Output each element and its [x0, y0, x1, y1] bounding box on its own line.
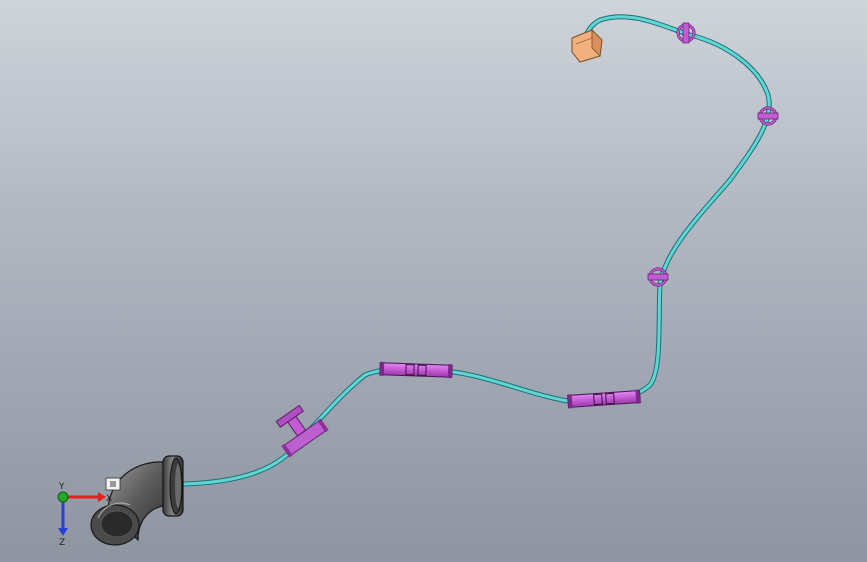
- cad-viewport[interactable]: X Y Z: [0, 0, 867, 562]
- model-canvas[interactable]: X Y Z: [0, 0, 867, 562]
- connector-housing[interactable]: [571, 29, 603, 63]
- inline-sleeve-clip[interactable]: [379, 361, 453, 379]
- cable-harness[interactable]: [182, 14, 772, 487]
- inline-sleeve-clip[interactable]: [567, 389, 641, 409]
- y-axis-label: Y: [58, 482, 65, 492]
- x-axis-label: X: [106, 494, 112, 504]
- z-axis-label: Z: [59, 538, 65, 548]
- elbow-grommet[interactable]: [90, 455, 184, 546]
- t-bracket-clip[interactable]: [268, 400, 329, 458]
- cable-core: [183, 15, 771, 486]
- cable-outline: [182, 14, 772, 487]
